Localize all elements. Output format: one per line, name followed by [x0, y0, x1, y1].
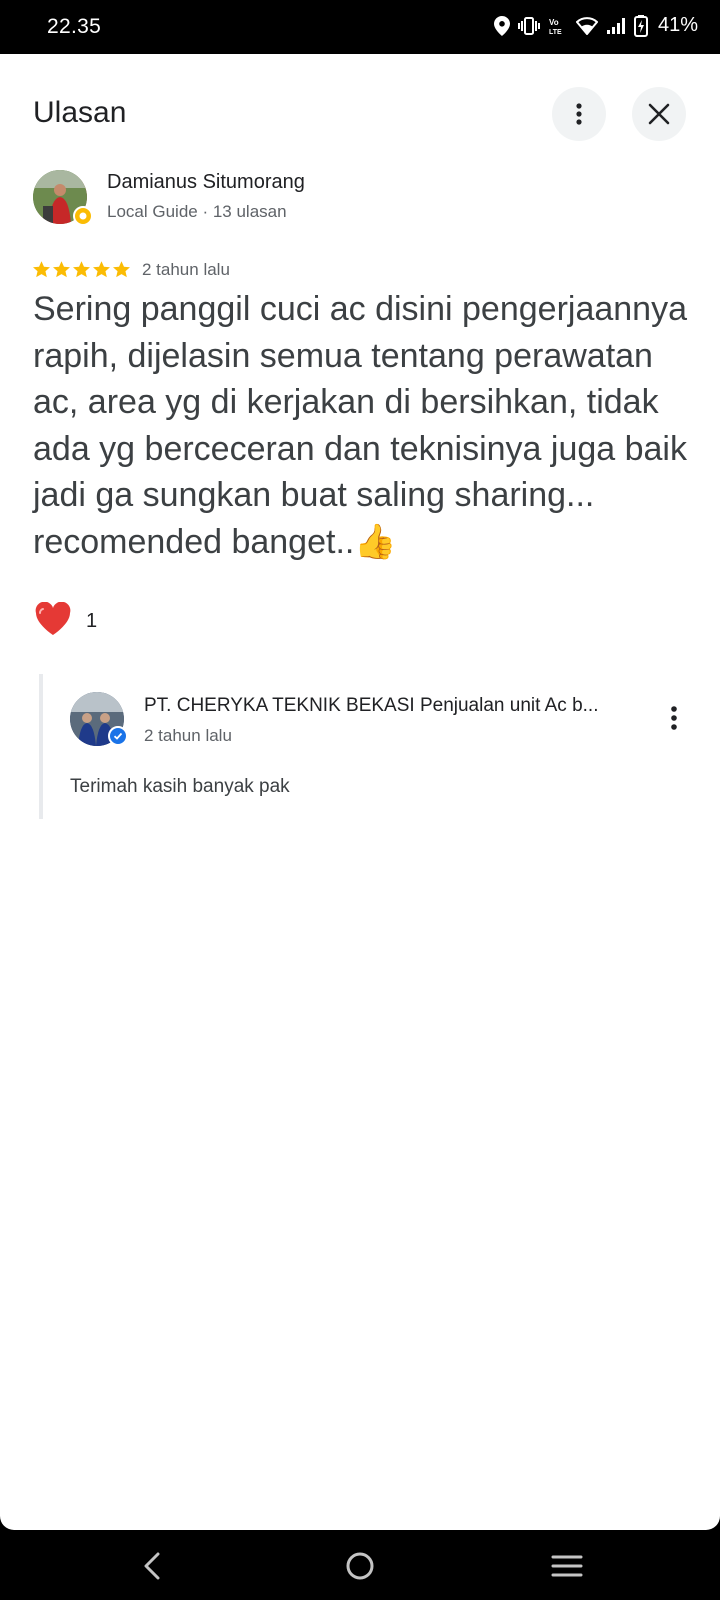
navigation-bar — [0, 1530, 720, 1600]
more-vert-icon — [671, 706, 677, 730]
back-button[interactable] — [132, 1550, 172, 1582]
volte-icon: Vo LTE — [548, 16, 568, 36]
star-icon — [113, 261, 130, 278]
reply-more-options-button[interactable] — [662, 700, 686, 736]
heart-icon — [35, 602, 71, 635]
status-icons: Vo LTE 41% — [493, 14, 698, 37]
svg-text:LTE: LTE — [549, 29, 562, 36]
status-bar: 22.35 Vo LTE 41% — [0, 0, 720, 54]
back-icon — [144, 1552, 160, 1580]
like-button[interactable] — [34, 602, 72, 636]
reply-date: 2 tahun lalu — [144, 726, 232, 745]
review-date: 2 tahun lalu — [142, 260, 230, 279]
wifi-icon — [575, 16, 598, 35]
reply-divider — [39, 674, 43, 819]
close-button[interactable] — [632, 87, 686, 141]
reviews-sheet: Ulasan Damianus Situmorang Local Guide ·… — [0, 54, 720, 1530]
star-icon — [93, 261, 110, 278]
reviewer-avatar[interactable] — [33, 170, 93, 226]
location-icon — [493, 15, 510, 36]
status-time: 22.35 — [47, 15, 102, 38]
battery-percentage: 41% — [657, 14, 698, 36]
reply-text: Terimah kasih banyak pak — [70, 776, 290, 797]
verified-badge-icon — [108, 726, 128, 746]
more-options-button[interactable] — [552, 87, 606, 141]
star-rating — [32, 260, 131, 279]
close-icon — [648, 103, 670, 125]
like-count: 1 — [86, 610, 98, 632]
signal-icon — [606, 17, 626, 35]
page-title: Ulasan — [33, 96, 127, 129]
more-vert-icon — [576, 103, 582, 125]
local-guide-badge-icon — [73, 206, 93, 226]
recents-button[interactable] — [547, 1550, 587, 1582]
owner-name[interactable]: PT. CHERYKA TEKNIK BEKASI Penjualan unit… — [144, 695, 632, 717]
reviewer-name[interactable]: Damianus Situmorang — [107, 171, 305, 194]
review-text: Sering panggil cuci ac disini pengerjaan… — [33, 290, 687, 561]
star-icon — [73, 261, 90, 278]
svg-text:Vo: Vo — [549, 18, 559, 27]
owner-avatar[interactable] — [70, 692, 128, 746]
reviewer-meta: Local Guide · 13 ulasan — [107, 202, 287, 221]
menu-icon — [551, 1555, 583, 1577]
home-icon — [346, 1552, 374, 1580]
battery-charging-icon — [633, 14, 648, 37]
star-icon — [33, 261, 50, 278]
home-button[interactable] — [340, 1550, 380, 1582]
vibrate-icon — [517, 16, 540, 35]
star-icon — [53, 261, 70, 278]
